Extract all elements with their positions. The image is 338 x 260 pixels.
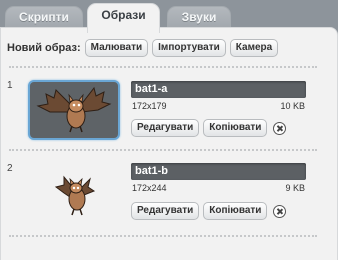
- edit-button[interactable]: Редагувати: [131, 119, 200, 137]
- costume-dimensions: 172x244: [132, 183, 167, 193]
- bat-icon: [54, 175, 96, 216]
- bat-icon: [36, 86, 112, 133]
- divider: [9, 66, 317, 68]
- costume-number: 2: [7, 163, 13, 174]
- costume-actions: Редагувати Копіювати: [131, 119, 287, 137]
- copy-button[interactable]: Копіювати: [203, 119, 268, 137]
- tab-costumes[interactable]: Образи: [87, 3, 160, 33]
- new-costume-row: Новий образ: Малювати Імпортувати Камера: [7, 39, 282, 57]
- divider: [9, 235, 317, 237]
- paint-button[interactable]: Малювати: [84, 39, 149, 57]
- costume-file-size: 10 KB: [280, 101, 305, 111]
- costumes-panel: Новий образ: Малювати Імпортувати Камера…: [0, 27, 338, 260]
- costume-file-size: 9 KB: [285, 183, 305, 193]
- copy-button[interactable]: Копіювати: [203, 202, 268, 220]
- tab-bar: Скрипти Звуки Образи: [0, 0, 338, 33]
- costume-thumbnail[interactable]: [28, 80, 120, 140]
- delete-icon[interactable]: [273, 121, 287, 135]
- new-costume-label: Новий образ:: [7, 42, 81, 54]
- divider: [9, 149, 317, 151]
- costume-dimensions: 172x179: [132, 101, 167, 111]
- import-button[interactable]: Імпортувати: [152, 39, 226, 57]
- edit-button[interactable]: Редагувати: [131, 202, 200, 220]
- costume-name-field[interactable]: bat1-a: [131, 81, 306, 98]
- costume-name-field[interactable]: bat1-b: [131, 163, 306, 180]
- costume-number: 1: [7, 80, 13, 91]
- costume-thumbnail[interactable]: [28, 163, 120, 223]
- camera-button[interactable]: Камера: [229, 39, 279, 57]
- costume-actions: Редагувати Копіювати: [131, 202, 287, 220]
- delete-icon[interactable]: [273, 204, 287, 218]
